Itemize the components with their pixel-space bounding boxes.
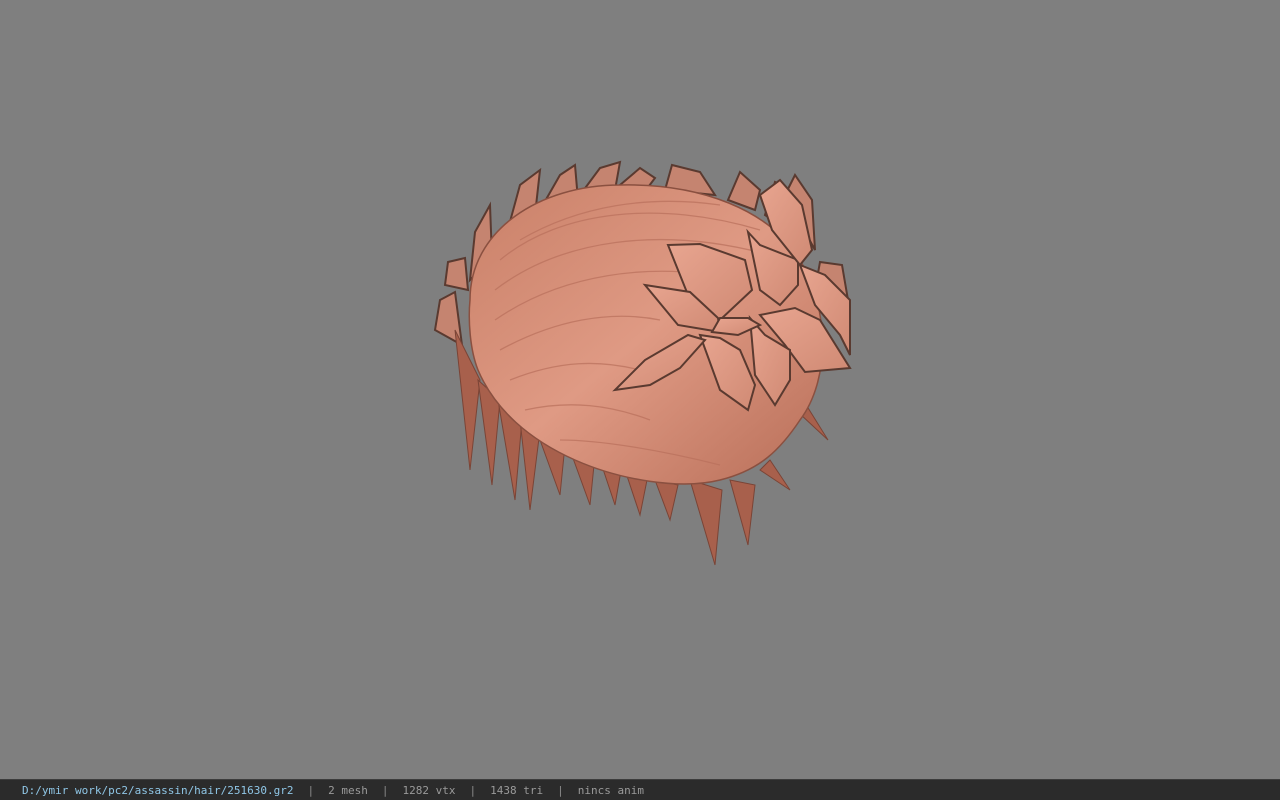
status-separator: | [307, 783, 315, 797]
file-path: D:/ymir work/pc2/assassin/hair/251630.gr… [22, 783, 294, 797]
status-separator: | [469, 783, 477, 797]
anim-status: nincs anim [577, 783, 644, 797]
mesh-count: 2 mesh [328, 783, 368, 797]
status-separator: | [557, 783, 564, 797]
status-separator: | [381, 783, 389, 797]
status-bar: D:/ymir work/pc2/assassin/hair/251630.gr… [0, 779, 1280, 800]
vertex-count: 1282 vtx [402, 783, 456, 797]
3d-viewport[interactable] [0, 0, 1280, 779]
hair-model[interactable] [0, 0, 1280, 779]
triangle-count: 1438 tri [490, 783, 544, 797]
